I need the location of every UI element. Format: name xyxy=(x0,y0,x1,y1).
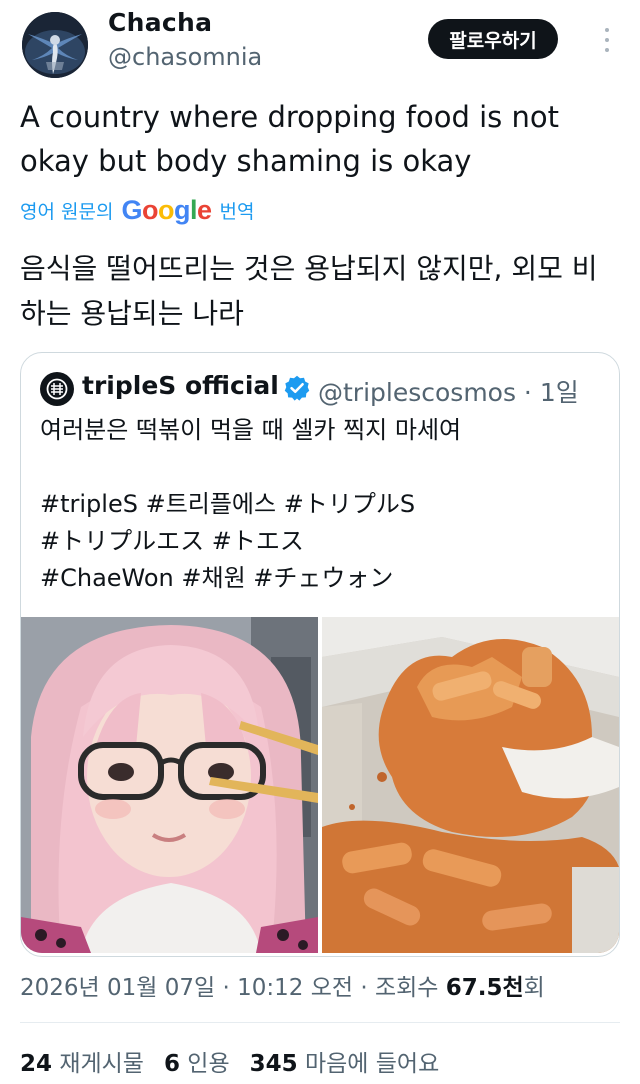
view-count: 67.5천 xyxy=(445,975,524,1001)
blue-bird-avatar-icon xyxy=(22,12,88,78)
more-options-icon[interactable] xyxy=(598,24,616,56)
reposts-label: 재게시물 xyxy=(59,1051,144,1077)
likes-count: 345 xyxy=(249,1051,298,1077)
translated-text: 음식을 떨어뜨리는 것은 용납되지 않지만, 외모 비하는 용납되는 나라 xyxy=(20,252,598,330)
view-suffix: 회 xyxy=(523,975,545,1001)
tweet-meta: 2026년 01월 07일 · 10:12 오전 · 조회수 67.5천회 xyxy=(20,968,545,1002)
triples-logo-icon[interactable] xyxy=(40,372,74,406)
selfie-photo[interactable] xyxy=(21,617,318,953)
quoted-handle-time: @triplescosmos · 1일 xyxy=(318,378,579,407)
likes-stat[interactable]: 345 마음에 들어요 xyxy=(250,1044,440,1078)
quotes-label: 인용 xyxy=(187,1051,230,1077)
avatar[interactable] xyxy=(22,12,88,78)
translate-link[interactable]: 영어 원문의 Google 번역 xyxy=(20,193,254,227)
quotes-stat[interactable]: 6 인용 xyxy=(164,1044,230,1078)
verified-badge-icon xyxy=(283,374,311,402)
likes-label: 마음에 들어요 xyxy=(304,1051,440,1077)
translate-label-prefix: 영어 원문의 xyxy=(20,200,114,223)
tweet-text: A country where dropping food is not oka… xyxy=(20,100,559,178)
timestamp: 2026년 01월 07일 · 10:12 오전 · 조회수 xyxy=(20,975,439,1001)
divider xyxy=(20,1022,620,1023)
google-logo: Google xyxy=(121,194,212,225)
author-handle[interactable]: @chasomnia xyxy=(108,43,262,71)
quoted-display-name[interactable]: tripleS official xyxy=(82,371,279,400)
quotes-count: 6 xyxy=(163,1051,180,1077)
reposts-stat[interactable]: 24 재게시물 xyxy=(20,1044,144,1078)
quoted-tweet-text: 여러분은 떡볶이 먹을 때 셀카 찍지 마세여 #tripleS #트리플에스 … xyxy=(40,416,462,592)
reposts-count: 24 xyxy=(20,1051,53,1077)
author-display-name[interactable]: Chacha xyxy=(108,8,212,37)
engagement-stats: 24 재게시물 6 인용 345 마음에 들어요 xyxy=(20,1044,439,1078)
spilled-tteokbokki-photo[interactable] xyxy=(322,617,619,953)
translate-label-suffix: 번역 xyxy=(219,200,255,223)
follow-button[interactable]: 팔로우하기 xyxy=(428,19,558,59)
